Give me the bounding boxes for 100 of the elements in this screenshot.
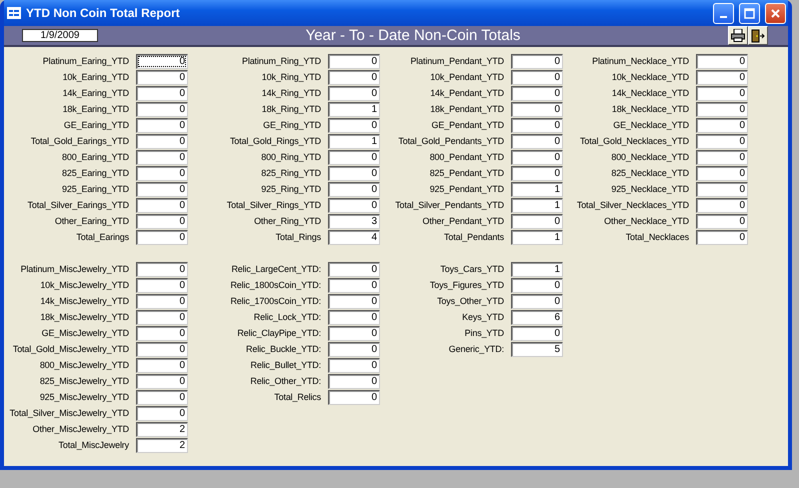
input-field[interactable]: 0 bbox=[328, 358, 380, 372]
input-field[interactable]: 1 bbox=[511, 262, 563, 276]
input-field[interactable]: 0 bbox=[136, 102, 188, 116]
input-field[interactable]: 0 bbox=[511, 102, 563, 116]
input-field[interactable]: 0 bbox=[328, 294, 380, 308]
maximize-icon bbox=[744, 8, 755, 18]
input-field[interactable]: 0 bbox=[136, 118, 188, 132]
input-field[interactable]: 0 bbox=[511, 166, 563, 180]
input-field[interactable]: 0 bbox=[696, 166, 748, 180]
input-field[interactable]: 0 bbox=[328, 54, 380, 68]
input-field[interactable]: 1 bbox=[511, 230, 563, 244]
field-label: Total_Silver_Necklaces_YTD bbox=[576, 200, 689, 210]
input-field[interactable]: 0 bbox=[136, 310, 188, 324]
form-icon bbox=[7, 7, 21, 19]
input-field[interactable]: 0 bbox=[328, 278, 380, 292]
input-field[interactable]: 0 bbox=[136, 262, 188, 276]
input-field[interactable]: 0 bbox=[328, 150, 380, 164]
field-label: Total_Earings bbox=[76, 232, 129, 242]
input-field[interactable]: 0 bbox=[136, 406, 188, 420]
minimize-button[interactable] bbox=[713, 2, 734, 24]
close-button[interactable] bbox=[765, 2, 786, 24]
input-field[interactable]: 0 bbox=[696, 70, 748, 84]
input-field[interactable]: 0 bbox=[136, 70, 188, 84]
field-label: 925_Earing_YTD bbox=[62, 184, 129, 194]
field-label: Platinum_MiscJewelry_YTD bbox=[20, 264, 129, 274]
input-field[interactable]: 0 bbox=[511, 134, 563, 148]
input-field[interactable]: 0 bbox=[328, 326, 380, 340]
field-label: 825_MiscJewelry_YTD bbox=[40, 376, 129, 386]
input-field[interactable]: 0 bbox=[511, 214, 563, 228]
input-field[interactable]: 5 bbox=[511, 342, 563, 356]
field-label: Generic_YTD: bbox=[448, 344, 504, 354]
input-field[interactable]: 0 bbox=[511, 326, 563, 340]
input-field[interactable]: 0 bbox=[328, 310, 380, 324]
input-field[interactable]: 0 bbox=[328, 182, 380, 196]
input-field[interactable]: 0 bbox=[136, 326, 188, 340]
input-field[interactable]: 0 bbox=[696, 182, 748, 196]
input-field[interactable]: 6 bbox=[511, 310, 563, 324]
input-field[interactable]: 0 bbox=[328, 118, 380, 132]
input-field[interactable]: 0 bbox=[136, 150, 188, 164]
input-field[interactable]: 0 bbox=[328, 86, 380, 100]
input-field[interactable]: 0 bbox=[511, 118, 563, 132]
input-field[interactable]: 0 bbox=[136, 230, 188, 244]
exit-button[interactable] bbox=[748, 26, 768, 45]
input-field[interactable]: 0 bbox=[696, 198, 748, 212]
input-field[interactable]: 0 bbox=[328, 198, 380, 212]
field-label: 18k_Ring_YTD bbox=[262, 104, 321, 114]
input-field[interactable]: 1 bbox=[328, 134, 380, 148]
input-field[interactable]: 4 bbox=[328, 230, 380, 244]
input-field[interactable]: 0 bbox=[328, 262, 380, 276]
input-field[interactable]: 0 bbox=[328, 70, 380, 84]
input-field[interactable]: 0 bbox=[696, 230, 748, 244]
input-field[interactable]: 0 bbox=[511, 70, 563, 84]
input-field[interactable]: 1 bbox=[328, 102, 380, 116]
input-field[interactable]: 0 bbox=[696, 54, 748, 68]
input-field[interactable]: 0 bbox=[136, 166, 188, 180]
input-field[interactable]: 1 bbox=[511, 182, 563, 196]
input-field[interactable]: 0 bbox=[511, 86, 563, 100]
date-field[interactable]: 1/9/2009 bbox=[22, 29, 98, 42]
field-label: Toys_Other_YTD bbox=[437, 296, 504, 306]
input-field[interactable]: 0 bbox=[136, 54, 188, 68]
input-field[interactable]: 0 bbox=[696, 150, 748, 164]
input-field[interactable]: 0 bbox=[328, 166, 380, 180]
field-label: 925_Pendant_YTD bbox=[430, 184, 504, 194]
field-label: 800_MiscJewelry_YTD bbox=[40, 360, 129, 370]
field-label: Total_MiscJewelry bbox=[58, 440, 129, 450]
input-field[interactable]: 2 bbox=[136, 422, 188, 436]
maximize-button[interactable] bbox=[739, 2, 760, 24]
input-field[interactable]: 0 bbox=[696, 214, 748, 228]
input-field[interactable]: 0 bbox=[136, 214, 188, 228]
print-button[interactable] bbox=[728, 26, 748, 45]
input-field[interactable]: 0 bbox=[136, 342, 188, 356]
input-field[interactable]: 0 bbox=[136, 294, 188, 308]
input-field[interactable]: 0 bbox=[136, 134, 188, 148]
input-field[interactable]: 1 bbox=[511, 198, 563, 212]
input-field[interactable]: 0 bbox=[136, 182, 188, 196]
input-field[interactable]: 0 bbox=[696, 118, 748, 132]
input-field[interactable]: 0 bbox=[511, 54, 563, 68]
input-field[interactable]: 0 bbox=[136, 358, 188, 372]
input-field[interactable]: 0 bbox=[328, 342, 380, 356]
input-field[interactable]: 0 bbox=[328, 390, 380, 404]
input-field[interactable]: 0 bbox=[511, 150, 563, 164]
input-field[interactable]: 0 bbox=[136, 374, 188, 388]
input-field[interactable]: 3 bbox=[328, 214, 380, 228]
field-label: Relic_Lock_YTD: bbox=[254, 312, 321, 322]
field-label: Platinum_Necklace_YTD bbox=[592, 56, 689, 66]
input-field[interactable]: 0 bbox=[696, 86, 748, 100]
input-field[interactable]: 0 bbox=[696, 102, 748, 116]
input-field[interactable]: 0 bbox=[511, 294, 563, 308]
input-field[interactable]: 0 bbox=[328, 374, 380, 388]
input-field[interactable]: 0 bbox=[136, 86, 188, 100]
field-label: 14k_Pendant_YTD bbox=[430, 88, 504, 98]
field-label: Relic_1800sCoin_YTD: bbox=[230, 280, 321, 290]
input-field[interactable]: 2 bbox=[136, 438, 188, 452]
field-label: 14k_Earing_YTD bbox=[62, 88, 129, 98]
input-field[interactable]: 0 bbox=[511, 278, 563, 292]
input-field[interactable]: 0 bbox=[136, 390, 188, 404]
input-field[interactable]: 0 bbox=[136, 198, 188, 212]
field-label: Pins_YTD bbox=[464, 328, 504, 338]
input-field[interactable]: 0 bbox=[696, 134, 748, 148]
input-field[interactable]: 0 bbox=[136, 278, 188, 292]
